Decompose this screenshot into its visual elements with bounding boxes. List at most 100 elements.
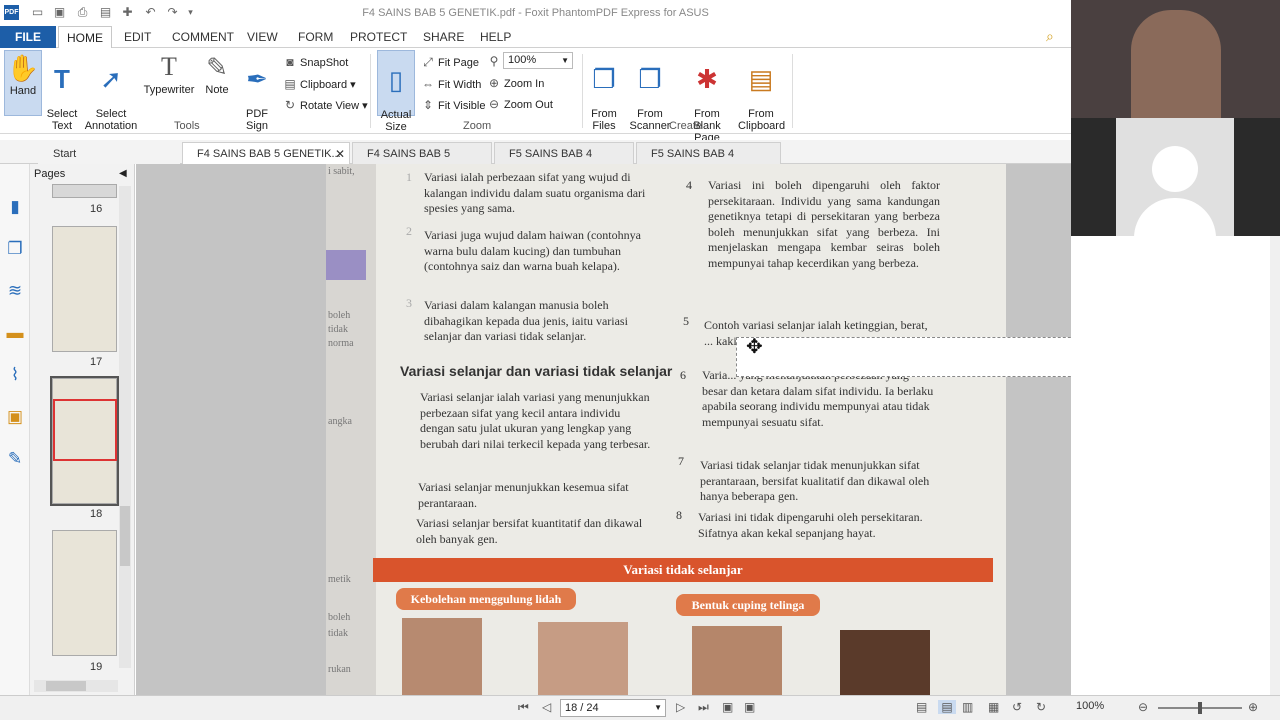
scrollbar-thumb[interactable] xyxy=(46,681,86,691)
rotate-right-icon[interactable]: ↻ xyxy=(1036,700,1046,714)
clipboard-icon: ▤ xyxy=(284,77,296,91)
page-thumbnail[interactable] xyxy=(52,226,117,352)
page-dropdown-icon[interactable]: ▼ xyxy=(654,700,662,716)
list-number: 3 xyxy=(406,296,412,310)
find-icon[interactable]: ⌕ xyxy=(1046,28,1054,45)
select-annotation-icon: ➚ xyxy=(100,64,122,94)
title-bar: PDF ▭ ▣ ⎙ ▤ ✚ ↶ ↷ ▾ F4 SAINS BAB 5 GENET… xyxy=(0,0,1071,26)
visible-area-box[interactable] xyxy=(53,399,117,461)
image-label: Bentuk cuping telinga xyxy=(676,594,820,616)
attachment-icon[interactable]: ⌇ xyxy=(4,364,26,386)
zoom-in-icon[interactable]: ⊕ xyxy=(1248,700,1258,714)
single-page-icon[interactable]: ▤ xyxy=(916,700,927,714)
page-view-icon[interactable]: ▣ xyxy=(744,700,755,714)
status-bar: ⏮ ◁ 18 / 24 ▼ ▷ ⏭ ▣ ▣ ▤ ▤ ▥ ▦ ↺ ↻ 100% ⊖ … xyxy=(0,695,1280,720)
list-number: 7 xyxy=(678,454,684,468)
menu-edit[interactable]: EDIT xyxy=(124,30,151,44)
signature-icon[interactable]: ✎ xyxy=(4,448,26,470)
zoom-in-button[interactable]: ⊕ Zoom In xyxy=(486,74,544,92)
page-thumbnail-current[interactable] xyxy=(50,376,119,506)
zoom-slider-thumb[interactable] xyxy=(1198,702,1202,714)
menu-bar: FILE HOME EDIT COMMENT VIEW FORM PROTECT… xyxy=(0,26,1071,49)
tab-start[interactable]: Start xyxy=(38,142,180,164)
zoom-magnifier-icon: ⚲ xyxy=(489,54,499,68)
zoom-dropdown-icon[interactable]: ▼ xyxy=(561,53,569,68)
note-button[interactable]: ✎ Note xyxy=(202,50,232,96)
zoom-slider[interactable] xyxy=(1158,702,1242,714)
first-page-icon[interactable]: ⏮ xyxy=(518,700,529,715)
actual-size-button[interactable]: ▯ Actual Size xyxy=(377,50,415,133)
thumbnail-scrollbar[interactable] xyxy=(119,186,131,668)
select-annotation-button[interactable]: ➚ Select Annotation xyxy=(84,50,138,144)
layers-icon[interactable]: ≋ xyxy=(4,280,26,302)
pages-icon[interactable]: ❐ xyxy=(4,238,26,260)
pdf-sign-button[interactable]: ✒ PDF Sign xyxy=(240,50,274,144)
fit-visible-button[interactable]: ⇕ Fit Visible xyxy=(420,96,486,114)
left-paragraph: Variasi dalam kalangan manusia boleh dib… xyxy=(424,298,628,343)
fit-page-icon: ⤢ xyxy=(423,55,433,69)
fit-width-button[interactable]: ⇔ Fit Width xyxy=(420,75,481,93)
list-number: 8 xyxy=(676,508,682,522)
webcam-video xyxy=(1071,0,1280,118)
menu-protect[interactable]: PROTECT xyxy=(350,30,407,44)
menu-share[interactable]: SHARE xyxy=(423,30,464,44)
list-number: 5 xyxy=(683,314,689,328)
margin-word: norma xyxy=(328,338,354,349)
right-paragraph: Variasi tidak selanjar tidak menunjukkan… xyxy=(700,458,930,503)
right-scrollbar[interactable] xyxy=(1270,236,1280,695)
tongue-photo xyxy=(538,622,628,695)
hand-button[interactable]: ✋ Hand xyxy=(4,50,42,116)
scrollbar-thumb[interactable] xyxy=(120,506,130,566)
select-text-button[interactable]: T Select Text xyxy=(44,50,80,144)
continuous-facing-icon[interactable]: ▦ xyxy=(988,700,999,714)
menu-help[interactable]: HELP xyxy=(480,30,511,44)
typewriter-button[interactable]: T Typewriter xyxy=(142,50,196,96)
tab-document[interactable]: F5 SAINS BAB 4 SEBATI... xyxy=(494,142,634,182)
margin-color-block xyxy=(326,250,366,280)
from-files-button[interactable]: ❐ From Files xyxy=(586,50,622,144)
clipboard-button[interactable]: ▤ Clipboard ▾ xyxy=(282,75,355,93)
camera-icon: ◙ xyxy=(286,55,294,69)
page-thumbnail[interactable] xyxy=(52,184,117,198)
from-scanner-button[interactable]: ❐ From Scanner xyxy=(627,50,673,144)
page-thumbnail[interactable] xyxy=(52,530,117,656)
rotate-view-button[interactable]: ↻ Rotate View ▾ xyxy=(282,96,368,114)
avatar xyxy=(1116,118,1234,238)
menu-file[interactable]: FILE xyxy=(0,26,56,48)
left-paragraph: Variasi selanjar ialah variasi yang menu… xyxy=(420,390,651,451)
close-tab-icon[interactable]: ✕ xyxy=(335,143,345,165)
fit-page-button[interactable]: ⤢ Fit Page xyxy=(420,53,479,71)
collapse-panel-icon[interactable]: ◀ xyxy=(119,168,127,179)
menu-comment[interactable]: COMMENT xyxy=(172,30,234,44)
next-page-icon[interactable]: ▷ xyxy=(676,700,685,714)
menu-home[interactable]: HOME xyxy=(58,26,112,49)
page-view-icon[interactable]: ▣ xyxy=(722,700,733,714)
typewriter-textbox[interactable] xyxy=(736,337,1071,377)
avatar-body-icon xyxy=(1134,198,1216,238)
zoom-input[interactable]: 100% ▼ xyxy=(503,52,573,69)
facing-icon[interactable]: ▥ xyxy=(962,700,973,714)
document-viewer[interactable]: i sabit, boleh tidak norma angka metik b… xyxy=(136,164,1071,695)
tab-document[interactable]: F4 SAINS BAB 5 GENETI... xyxy=(352,142,492,182)
tab-document[interactable]: F5 SAINS BAB 4 SEBATI... xyxy=(636,142,781,182)
previous-page-icon[interactable]: ◁ xyxy=(542,700,551,714)
margin-word: metik xyxy=(328,574,351,585)
horizontal-scrollbar[interactable] xyxy=(34,680,118,692)
menu-form[interactable]: FORM xyxy=(298,30,333,44)
bookmark-icon[interactable]: ▮ xyxy=(4,196,26,218)
page-number-input[interactable]: 18 / 24 ▼ xyxy=(560,699,666,717)
person-video xyxy=(1131,10,1221,118)
tab-document-active[interactable]: F4 SAINS BAB 5 GENETIK... ✕ xyxy=(182,142,350,164)
left-paragraph: Variasi juga wujud dalam haiwan (contohn… xyxy=(424,228,641,273)
menu-view[interactable]: VIEW xyxy=(247,30,278,44)
continuous-icon[interactable]: ▤ xyxy=(938,700,956,714)
lock-icon[interactable]: ▣ xyxy=(4,406,26,428)
from-files-icon: ❐ xyxy=(592,64,616,94)
from-clipboard-button[interactable]: ▤ From Clipboard xyxy=(738,50,785,144)
last-page-icon[interactable]: ⏭ xyxy=(698,700,709,715)
comments-icon[interactable]: ▬ xyxy=(4,322,26,344)
zoom-out-icon[interactable]: ⊖ xyxy=(1138,700,1148,714)
zoom-out-button[interactable]: ⊖ Zoom Out xyxy=(486,95,553,113)
snapshot-button[interactable]: ◙ SnapShot xyxy=(282,53,348,71)
rotate-left-icon[interactable]: ↺ xyxy=(1012,700,1022,714)
